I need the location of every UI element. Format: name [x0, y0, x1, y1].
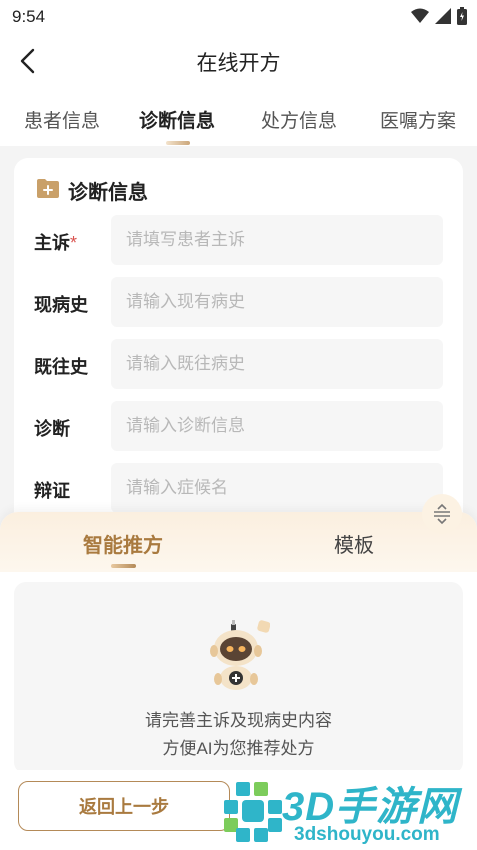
collapse-icon[interactable] [422, 494, 462, 534]
step-tabs: 患者信息 诊断信息 处方信息 医嘱方案 [0, 90, 477, 146]
panel-tabs: 智能推方 模板 [0, 512, 477, 572]
panel-tab-indicator [111, 564, 136, 568]
status-bar: 9:54 [0, 0, 477, 34]
empty-state: 请完善主诉及现病史内容 方便AI为您推荐处方 [14, 582, 463, 774]
site-watermark: 3D手游网 3dshouyou.com [222, 778, 477, 850]
chief-complaint-label: 主诉* [34, 233, 78, 253]
card-header: 诊断信息 [36, 176, 148, 205]
diagnosis-row: 诊断 [14, 401, 463, 451]
robot-icon [208, 618, 271, 699]
present-history-row: 现病史 [14, 277, 463, 327]
syndrome-label: 辩证 [34, 481, 70, 501]
diagnosis-card: 诊断信息 主诉* 现病史 既往史 诊断 辩证 [14, 158, 463, 528]
signal-icon [435, 8, 451, 29]
diagnosis-input[interactable] [111, 401, 443, 451]
card-title: 诊断信息 [68, 182, 148, 204]
present-history-label: 现病史 [34, 295, 88, 315]
required-mark: * [70, 233, 78, 253]
past-history-row: 既往史 [14, 339, 463, 389]
status-time: 9:54 [12, 7, 46, 26]
tab-diagnosis-info[interactable]: 诊断信息 [139, 106, 215, 133]
watermark-domain: 3dshouyou.com [294, 824, 440, 845]
status-icons [411, 7, 467, 30]
tab-patient-info[interactable]: 患者信息 [24, 106, 100, 133]
back-step-button[interactable]: 返回上一步 [18, 781, 230, 831]
tab-smart-recommend[interactable]: 智能推方 [83, 529, 163, 558]
empty-hint-line1: 请完善主诉及现病史内容 [145, 711, 332, 730]
tab-template[interactable]: 模板 [334, 529, 374, 558]
folder-plus-icon [36, 177, 60, 204]
syndrome-row: 辩证 [14, 463, 463, 513]
past-history-input[interactable] [111, 339, 443, 389]
nav-bar: 在线开方 [0, 34, 477, 90]
present-history-input[interactable] [111, 277, 443, 327]
tab-prescription-info[interactable]: 处方信息 [261, 106, 337, 133]
chief-complaint-row: 主诉* [14, 215, 463, 265]
wifi-icon [411, 8, 429, 29]
empty-hint-line2: 方便AI为您推荐处方 [162, 739, 315, 758]
diagnosis-label: 诊断 [34, 419, 70, 439]
page-title: 在线开方 [196, 52, 281, 75]
syndrome-input[interactable] [111, 463, 443, 513]
watermark-logo-icon [222, 780, 284, 850]
battery-icon [457, 7, 467, 30]
active-tab-indicator [166, 141, 190, 145]
chief-complaint-input[interactable] [111, 215, 443, 265]
tab-medical-advice[interactable]: 医嘱方案 [380, 106, 456, 133]
past-history-label: 既往史 [34, 357, 88, 377]
